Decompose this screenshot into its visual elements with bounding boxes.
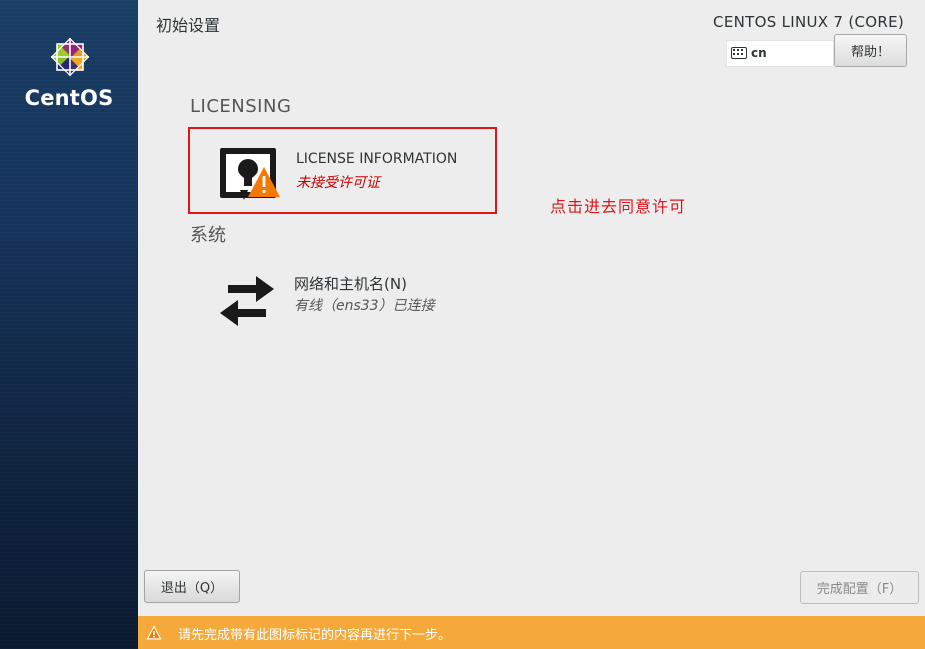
help-button[interactable]: 帮助！	[834, 34, 907, 67]
sidebar: CentOS	[0, 0, 138, 649]
spoke-title: 网络和主机名(N)	[294, 275, 407, 293]
warning-bar: 请先完成带有此图标标记的内容再进行下一步。	[138, 616, 925, 649]
centos-logo-icon	[50, 37, 90, 77]
network-arrows-icon	[220, 276, 274, 326]
annotation-text: 点击进去同意许可	[550, 197, 687, 216]
product-name: CENTOS LINUX 7 (CORE)	[713, 13, 904, 31]
keyboard-layout-label: cn	[751, 46, 767, 60]
spoke-status: 未接受许可证	[296, 175, 380, 191]
keyboard-icon	[731, 47, 747, 59]
warning-icon	[146, 625, 162, 640]
quit-button[interactable]: 退出（Q）	[144, 570, 240, 603]
license-warning-icon	[220, 148, 280, 200]
finish-configuration-button[interactable]: 完成配置（F）	[800, 571, 919, 604]
spoke-title: LICENSE INFORMATION	[296, 151, 458, 167]
system-heading: 系统	[190, 225, 226, 246]
license-information-spoke[interactable]: LICENSE INFORMATION 未接受许可证	[188, 127, 497, 214]
spoke-status: 有线（ens33）已连接	[294, 298, 435, 314]
centos-brand: CentOS	[24, 86, 114, 110]
network-hostname-spoke[interactable]: 网络和主机名(N) 有线（ens33）已连接	[188, 252, 497, 339]
keyboard-layout-indicator[interactable]: cn	[726, 40, 834, 67]
licensing-heading: LICENSING	[190, 96, 292, 117]
page-title: 初始设置	[156, 16, 221, 35]
warning-message: 请先完成带有此图标标记的内容再进行下一步。	[178, 628, 452, 643]
